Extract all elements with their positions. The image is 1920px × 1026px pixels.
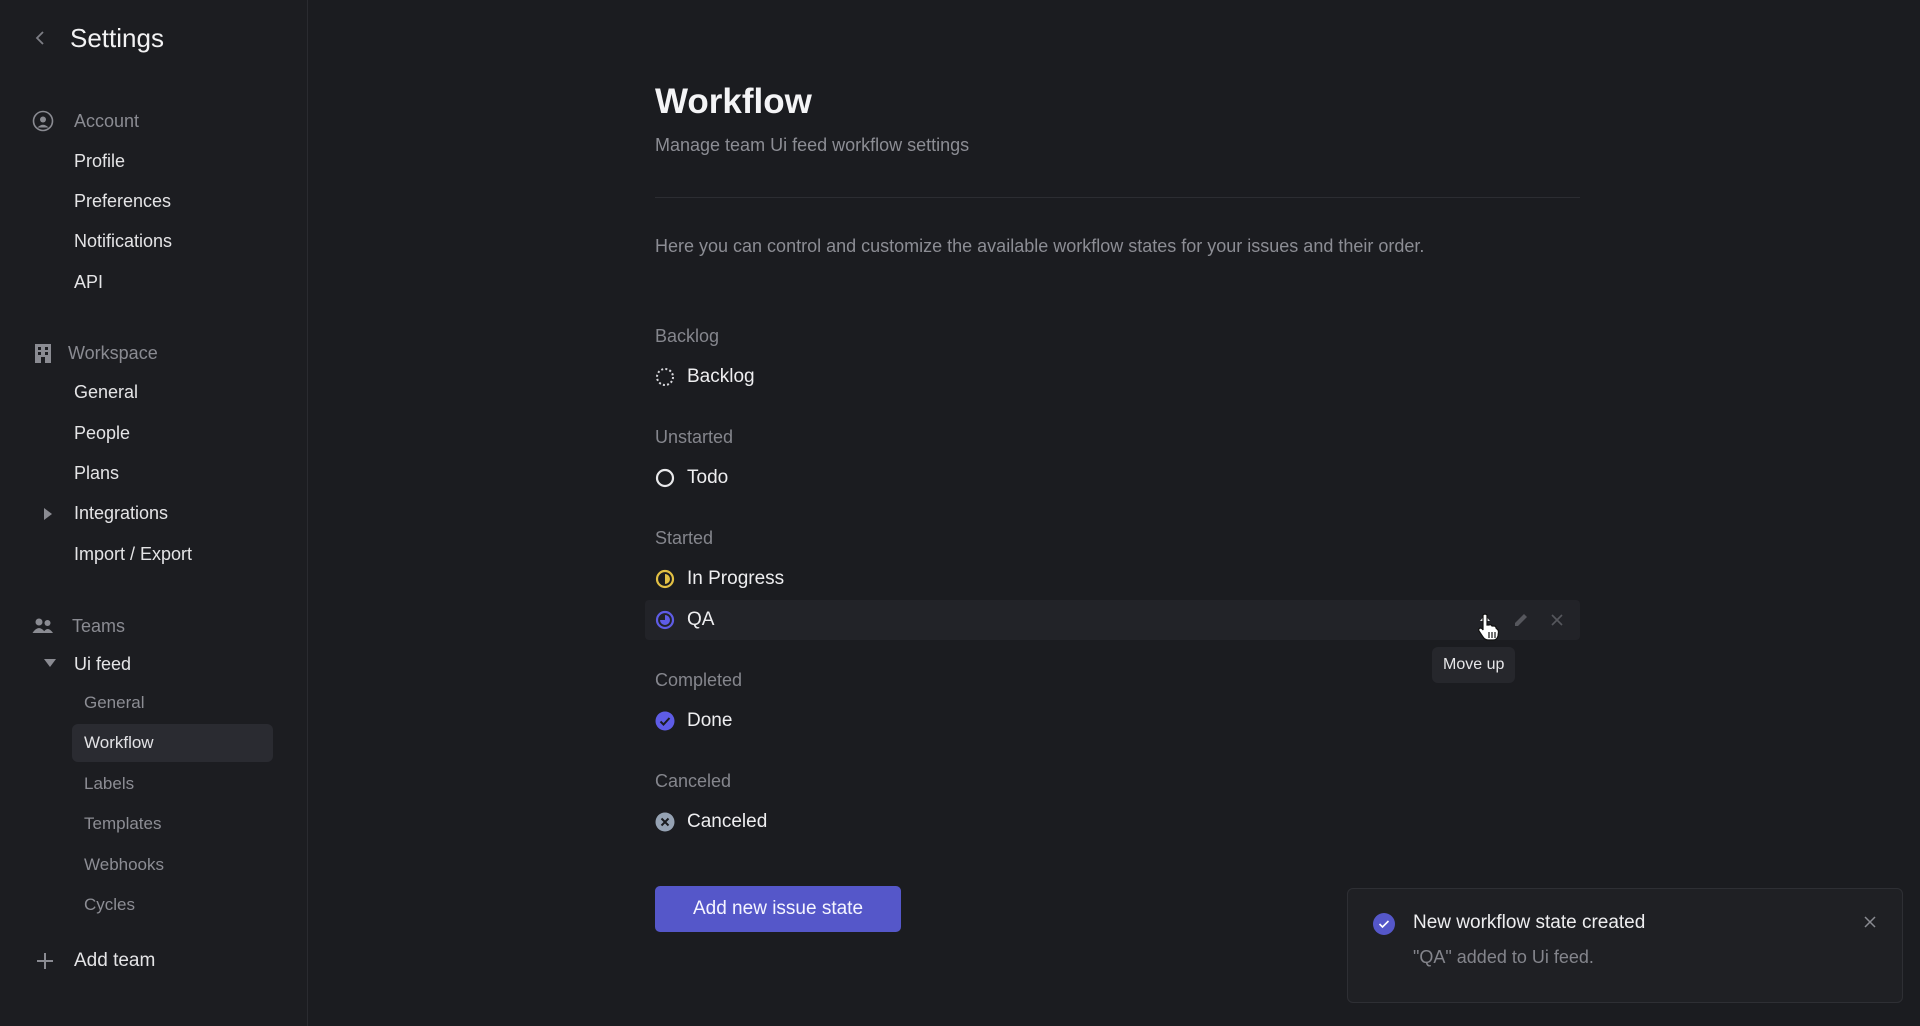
team-item-cycles[interactable]: Cycles <box>72 886 273 924</box>
todo-circle-icon <box>655 468 675 488</box>
state-row-todo[interactable]: Todo <box>645 458 1580 498</box>
state-row-qa[interactable]: QA <box>645 600 1580 640</box>
team-item-labels[interactable]: Labels <box>72 765 273 803</box>
sidebar-team-ui-feed[interactable]: Ui feed <box>74 649 131 679</box>
group-label-canceled: Canceled <box>655 771 732 791</box>
done-check-icon <box>655 711 675 731</box>
plus-icon <box>34 950 56 972</box>
state-row-canceled[interactable]: Canceled <box>645 802 1580 842</box>
section-workspace: Workspace <box>32 342 158 364</box>
toast-message: "QA" added to Ui feed. <box>1413 947 1594 967</box>
section-teams-label: Teams <box>72 615 126 636</box>
section-account-label: Account <box>74 110 140 131</box>
teams-icon <box>32 615 54 637</box>
state-row-done[interactable]: Done <box>645 701 1580 741</box>
team-item-workflow[interactable]: Workflow <box>72 724 273 762</box>
in-progress-icon <box>655 569 675 589</box>
group-label-completed: Completed <box>655 670 743 690</box>
sidebar-item-general[interactable]: General <box>74 377 138 407</box>
collapse-triangle-icon[interactable] <box>44 659 56 667</box>
back-chevron-icon[interactable] <box>30 28 50 48</box>
add-new-issue-state-button[interactable]: Add new issue state <box>655 886 901 932</box>
sidebar-title: Settings <box>70 22 164 53</box>
group-label-started: Started <box>655 528 714 548</box>
team-item-webhooks[interactable]: Webhooks <box>72 846 273 884</box>
page-subtitle: Manage team Ui feed workflow settings <box>655 135 970 155</box>
state-name: QA <box>687 609 715 630</box>
state-name: Done <box>687 710 733 731</box>
page-description: Here you can control and customize the a… <box>655 236 1425 256</box>
sidebar-item-notifications[interactable]: Notifications <box>74 226 172 256</box>
hand-pointer-cursor-icon <box>1476 612 1500 642</box>
sidebar-header: Settings <box>30 20 164 56</box>
sidebar-item-people[interactable]: People <box>74 418 130 448</box>
canceled-x-icon <box>655 812 675 832</box>
move-up-tooltip: Move up <box>1432 647 1516 683</box>
section-account: Account <box>32 110 139 132</box>
toast-title: New workflow state created <box>1413 912 1646 933</box>
qa-icon <box>655 610 675 630</box>
sidebar-item-import-export[interactable]: Import / Export <box>74 539 192 569</box>
account-icon <box>32 110 54 132</box>
building-icon <box>32 342 54 364</box>
team-item-templates[interactable]: Templates <box>72 805 273 843</box>
sidebar-item-preferences[interactable]: Preferences <box>74 186 171 216</box>
settings-sidebar: Settings Account Profile Preferences Not… <box>0 0 308 1026</box>
add-team-button[interactable]: Add team <box>34 950 155 972</box>
state-name: Backlog <box>687 366 755 387</box>
page-title: Workflow <box>655 82 812 121</box>
state-row-in-progress[interactable]: In Progress <box>645 559 1580 599</box>
divider <box>655 197 1580 198</box>
sidebar-item-profile[interactable]: Profile <box>74 146 125 176</box>
toast-notification: New workflow state created "QA" added to… <box>1347 888 1903 1003</box>
sidebar-item-api[interactable]: API <box>74 267 103 297</box>
group-label-unstarted: Unstarted <box>655 427 734 447</box>
backlog-dashed-circle-icon <box>655 367 675 387</box>
group-label-backlog: Backlog <box>655 326 720 346</box>
toast-close-icon[interactable] <box>1860 912 1880 932</box>
edit-pencil-icon[interactable] <box>1512 611 1530 629</box>
section-teams: Teams <box>32 615 125 637</box>
success-check-icon <box>1373 913 1395 935</box>
expand-triangle-icon[interactable] <box>44 508 52 520</box>
state-name: Todo <box>687 467 729 488</box>
state-name: Canceled <box>687 811 768 832</box>
section-workspace-label: Workspace <box>68 342 158 363</box>
add-team-label: Add team <box>74 950 156 971</box>
state-row-backlog[interactable]: Backlog <box>645 357 1580 397</box>
sidebar-item-plans[interactable]: Plans <box>74 458 119 488</box>
state-name: In Progress <box>687 568 785 589</box>
delete-x-icon[interactable] <box>1548 611 1566 629</box>
team-item-general[interactable]: General <box>72 684 273 722</box>
sidebar-item-integrations[interactable]: Integrations <box>74 498 168 528</box>
